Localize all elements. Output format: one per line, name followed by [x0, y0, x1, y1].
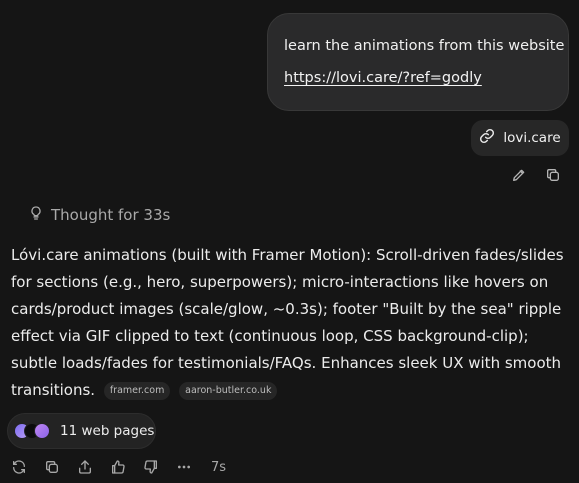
thought-label: Thought for 33s — [51, 206, 171, 224]
elapsed-time: 7s — [211, 459, 227, 475]
edit-icon[interactable] — [511, 167, 527, 183]
thumbs-down-icon[interactable] — [143, 459, 159, 475]
chat-page: learn the animations from this website h… — [0, 0, 579, 483]
user-message-bubble: learn the animations from this website h… — [267, 13, 569, 111]
thought-toggle[interactable]: Thought for 33s — [28, 205, 170, 225]
more-icon[interactable] — [176, 459, 192, 475]
user-message-text: learn the animations from this website — [284, 38, 565, 54]
link-icon — [479, 128, 495, 148]
citation-chip[interactable]: aaron-butler.co.uk — [179, 382, 278, 400]
copy-icon[interactable] — [545, 167, 561, 183]
response-actions: 7s — [11, 459, 226, 475]
copy-icon[interactable] — [44, 459, 60, 475]
web-pages-label: 11 web pages — [60, 423, 155, 439]
source-chip[interactable]: lovi.care — [471, 120, 569, 156]
answer-body: Lóvi.care animations (built with Framer … — [11, 242, 569, 404]
thumbs-up-icon[interactable] — [110, 459, 126, 475]
favicon-icon — [34, 423, 50, 439]
user-message-link[interactable]: https://lovi.care/?ref=godly — [284, 70, 482, 86]
citation-chip[interactable]: framer.com — [103, 382, 171, 400]
answer-text: Lóvi.care animations (built with Framer … — [11, 246, 564, 399]
web-pages-button[interactable]: 11 web pages — [7, 413, 156, 449]
share-icon[interactable] — [77, 459, 93, 475]
source-chip-label: lovi.care — [503, 130, 561, 146]
message-actions — [511, 167, 561, 183]
favicon-stack — [14, 423, 50, 439]
regenerate-icon[interactable] — [11, 459, 27, 475]
lightbulb-icon — [28, 205, 44, 225]
